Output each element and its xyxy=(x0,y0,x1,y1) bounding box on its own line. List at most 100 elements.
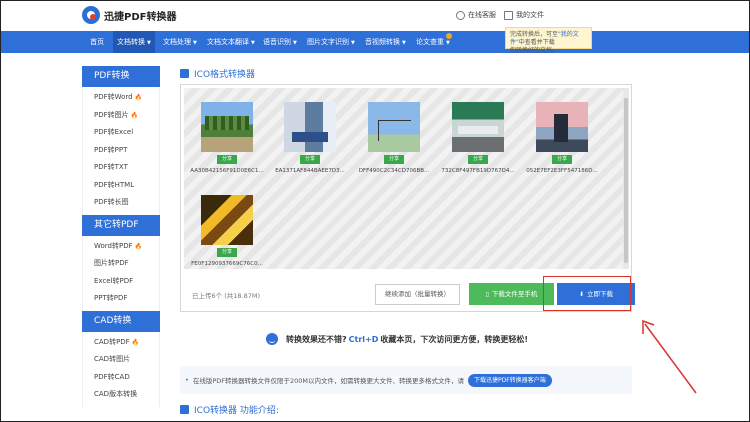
sidebar-item-image-to-pdf[interactable]: 图片转PDF xyxy=(83,255,159,273)
nav-item-translate[interactable]: 文档文本翻译 ▼ xyxy=(207,31,255,53)
continue-add-button[interactable]: 继续添加（批量转换） xyxy=(375,284,460,305)
site-logo[interactable]: 迅捷PDF转换器 xyxy=(82,6,176,24)
image-icon xyxy=(180,69,189,78)
file-thumbnail xyxy=(201,102,253,152)
sidebar-item-cad-to-image[interactable]: CAD转图片 xyxy=(83,351,159,369)
file-dropzone[interactable]: 分享 AA30B42156F91D0E6C1... 分享 EA1371AF844… xyxy=(184,88,624,269)
bookmark-tip: 转换效果还不错? Ctrl+D 收藏本页，下次访问更方便，转换更轻松! xyxy=(266,333,528,345)
sidebar-item-label: CAD转图片 xyxy=(94,355,131,363)
page-title-text: ICO格式转换器 xyxy=(194,70,256,80)
tip-text: 收藏本页，下次访问更方便，转换更轻松! xyxy=(380,334,529,344)
upload-status: 已上传6个 (共18.87M) xyxy=(192,292,260,300)
nav-label: 语音识别 xyxy=(263,38,291,46)
file-card[interactable]: 分享 732C8F497FB19D767D4... xyxy=(435,102,521,174)
dropzone-scrollbar[interactable] xyxy=(623,88,629,269)
file-name: 052E7EF2E3FF547186D... xyxy=(526,168,598,174)
sidebar-item-pdf-to-image[interactable]: PDF转图片 🔥 xyxy=(83,107,159,125)
file-thumbnail xyxy=(536,102,588,152)
notice-text: 在线版PDF转换器转换文件仅限于200M以内文件，如需转换更大文件、转换更多格式… xyxy=(192,377,465,385)
nav-label: 论文查重 xyxy=(416,38,444,46)
highlight-box xyxy=(543,276,631,311)
sidebar-item-pdf-to-ppt[interactable]: PDF转PPT xyxy=(83,142,159,160)
sidebar-item-label: PDF转长图 xyxy=(94,198,129,206)
sidebar-item-pdf-to-long-image[interactable]: PDF转长图 xyxy=(83,194,159,212)
file-card[interactable]: 分享 EA1371AF844BAEE7D3... xyxy=(267,102,353,174)
download-to-phone-button[interactable]: ▯ 下载文件至手机 xyxy=(469,283,554,305)
caret-down-icon: ▼ xyxy=(402,40,406,46)
sidebar-list: CAD转PDF 🔥 CAD转图片 PDF转CAD CAD版本转换 xyxy=(82,331,160,407)
sidebar-item-pdf-to-html[interactable]: PDF转HTML xyxy=(83,177,159,195)
my-files-label: 我的文件 xyxy=(516,11,544,19)
caret-down-icon: ▼ xyxy=(193,40,197,46)
smile-icon xyxy=(266,333,278,345)
nav-item-doc-process[interactable]: 文档处理 ▼ xyxy=(163,31,197,53)
share-button[interactable]: 分享 xyxy=(552,155,572,164)
tooltip-text: 中查看并下载 xyxy=(518,39,555,46)
file-card[interactable]: 分享 FE0F1290937669C76C0... xyxy=(184,195,270,267)
page-title: ICO格式转换器 xyxy=(180,67,255,80)
tooltip-text: 你转换好的文档。 xyxy=(510,47,559,54)
sidebar-item-label: PDF转Word xyxy=(94,93,133,101)
fire-icon: 🔥 xyxy=(130,111,139,119)
sidebar-item-pdf-to-cad[interactable]: PDF转CAD xyxy=(83,369,159,387)
sidebar-item-pdf-to-excel[interactable]: PDF转Excel xyxy=(83,124,159,142)
file-name: 732C8F497FB19D767D4... xyxy=(441,168,515,174)
share-button[interactable]: 分享 xyxy=(384,155,404,164)
file-name: EA1371AF844BAEE7D3... xyxy=(275,168,345,174)
intro-title-text: ICO转换器 功能介绍: xyxy=(194,406,279,416)
sidebar-item-label: PDF转图片 xyxy=(94,110,129,119)
file-card[interactable]: 分享 AA30B42156F91D0E6C1... xyxy=(184,102,270,174)
sidebar-item-label: PDF转Excel xyxy=(94,128,134,136)
button-label: 下载文件至手机 xyxy=(491,290,538,298)
nav-label: 文档文本翻译 xyxy=(207,38,249,46)
share-button[interactable]: 分享 xyxy=(217,155,237,164)
image-icon xyxy=(180,405,189,414)
file-card[interactable]: 分享 052E7EF2E3FF547186D... xyxy=(519,102,605,174)
file-name: AA30B42156F91D0E6C1... xyxy=(190,168,264,174)
headset-icon xyxy=(456,10,465,20)
fire-icon: 🔥 xyxy=(131,338,140,346)
notification-dot-icon xyxy=(446,33,452,39)
sidebar-item-label: Word转PDF xyxy=(94,241,133,250)
sidebar-section-pdf-convert[interactable]: PDF转换 xyxy=(82,66,160,87)
nav-label: 首页 xyxy=(90,38,104,46)
scrollbar-thumb[interactable] xyxy=(624,98,628,263)
sidebar-item-ppt-to-pdf[interactable]: PPT转PDF xyxy=(83,290,159,308)
sidebar-item-pdf-to-txt[interactable]: PDF转TXT xyxy=(83,159,159,177)
nav-item-plagiarism[interactable]: 论文查重 ▼ xyxy=(416,31,450,53)
nav-item-home[interactable]: 首页 xyxy=(90,31,104,53)
sidebar-item-cad-to-pdf[interactable]: CAD转PDF 🔥 xyxy=(83,334,159,352)
sidebar-item-label: CAD版本转换 xyxy=(94,390,138,398)
nav-item-ocr[interactable]: 图片文字识别 ▼ xyxy=(307,31,355,53)
caret-down-icon: ▼ xyxy=(351,40,355,46)
sidebar-item-label: PDF转CAD xyxy=(94,372,130,381)
share-button[interactable]: 分享 xyxy=(468,155,488,164)
my-files-link[interactable]: 我的文件 xyxy=(504,10,544,20)
file-name: FE0F1290937669C76C0... xyxy=(191,261,263,267)
share-button[interactable]: 分享 xyxy=(217,248,237,257)
caret-down-icon: ▼ xyxy=(147,40,151,46)
nav-item-speech[interactable]: 语音识别 ▼ xyxy=(263,31,297,53)
sidebar-item-pdf-to-word[interactable]: PDF转Word 🔥 xyxy=(83,89,159,107)
nav-label: 文档转换 xyxy=(117,38,145,46)
sidebar-section-other-to-pdf[interactable]: 其它转PDF xyxy=(82,214,160,236)
share-button[interactable]: 分享 xyxy=(300,155,320,164)
sidebar-item-label: CAD转PDF xyxy=(94,337,130,346)
sidebar-item-label: Excel转PDF xyxy=(94,276,134,285)
tooltip-text: 完成转换后，可至 xyxy=(510,31,559,38)
download-client-button[interactable]: 下载迅捷PDF转换器客户端 xyxy=(468,373,552,387)
caret-down-icon: ▼ xyxy=(293,40,297,46)
sidebar-item-excel-to-pdf[interactable]: Excel转PDF xyxy=(83,273,159,291)
nav-item-doc-convert[interactable]: 文档转换 ▼ xyxy=(113,31,155,53)
nav-item-av-convert[interactable]: 音视频转换 ▼ xyxy=(365,31,406,53)
sidebar-item-cad-version[interactable]: CAD版本转换 xyxy=(83,386,159,404)
sidebar-item-word-to-pdf[interactable]: Word转PDF 🔥 xyxy=(83,238,159,256)
size-limit-notice: • 在线版PDF转换器转换文件仅限于200M以内文件，如需转换更大文件、转换更多… xyxy=(180,366,632,394)
sidebar-section-cad-convert[interactable]: CAD转换 xyxy=(82,310,160,332)
file-icon xyxy=(504,10,513,20)
file-card[interactable]: 分享 DFF490C2C34CD706BB... xyxy=(351,102,437,174)
sidebar-list: Word转PDF 🔥 图片转PDF Excel转PDF PPT转PDF xyxy=(82,235,160,311)
fire-icon: 🔥 xyxy=(134,242,143,250)
fire-icon: 🔥 xyxy=(134,94,143,101)
customer-service-link[interactable]: 在线客服 xyxy=(456,10,496,20)
